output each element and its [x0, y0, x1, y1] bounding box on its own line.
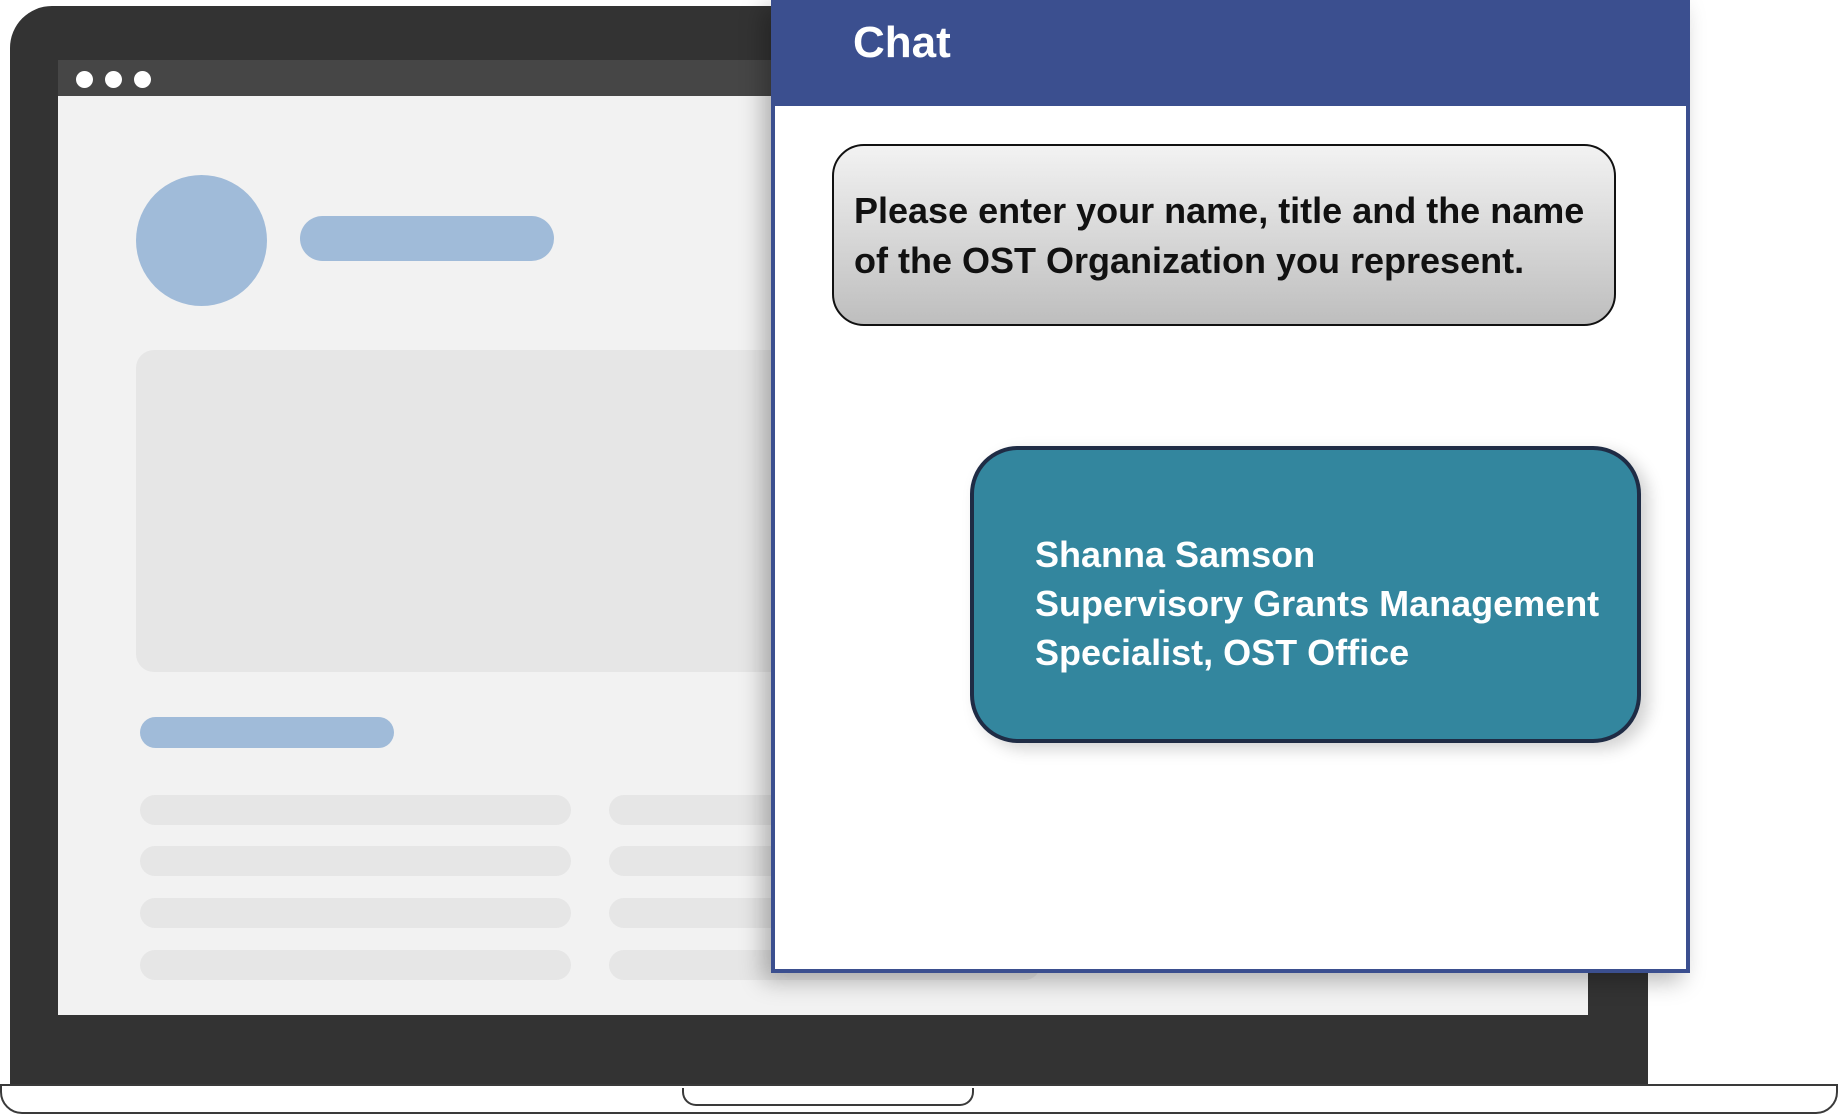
subtitle-placeholder	[140, 717, 394, 748]
avatar-placeholder	[136, 175, 267, 306]
user-message-text: Shanna Samson Supervisory Grants Managem…	[1035, 534, 1600, 673]
title-placeholder	[300, 216, 554, 261]
window-dot-icon	[134, 71, 151, 88]
laptop-notch	[682, 1088, 974, 1106]
window-dot-icon	[105, 71, 122, 88]
chat-title: Chat	[853, 18, 951, 67]
bot-message-text: Please enter your name, title and the na…	[854, 190, 1585, 281]
text-line-placeholder	[140, 898, 571, 928]
window-dot-icon	[76, 71, 93, 88]
text-line-placeholder	[140, 846, 571, 876]
text-line-placeholder	[140, 950, 571, 980]
text-line-placeholder	[140, 795, 571, 825]
